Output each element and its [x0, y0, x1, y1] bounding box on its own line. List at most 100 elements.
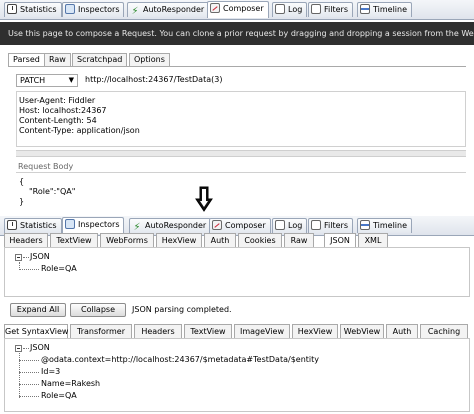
tree-node[interactable]: Role=QA — [41, 391, 77, 400]
header-line: Content-Length: 54 — [19, 116, 97, 125]
tab-cookies[interactable]: Cookies — [238, 233, 282, 247]
tab-label: Statistics — [20, 5, 57, 14]
tab-caching[interactable]: Caching — [420, 324, 468, 338]
url-input[interactable]: http://localhost:24367/TestData(3) — [82, 74, 466, 87]
tree-node[interactable]: Name=Rakesh — [41, 379, 100, 388]
tab-get-syntaxview[interactable]: Get SyntaxView — [4, 324, 68, 338]
tree-node[interactable]: Role=QA — [41, 264, 77, 273]
tab-auth[interactable]: Auth — [204, 233, 236, 247]
tab-raw[interactable]: Raw — [44, 53, 71, 66]
top-tab-bar: Statistics Inspectors ⚡ AutoResponder Com… — [0, 0, 474, 20]
timeline-icon — [360, 220, 370, 230]
tab-webview[interactable]: WebView — [340, 324, 384, 338]
tab-composer[interactable]: Composer — [209, 218, 271, 233]
header-line: Content-Type: application/json — [19, 126, 140, 135]
tab-transformer[interactable]: Transformer — [70, 324, 132, 338]
tab-composer[interactable]: Composer — [207, 1, 269, 18]
tab-timeline[interactable]: Timeline — [357, 2, 413, 17]
tab-label: Timeline — [373, 5, 408, 14]
tab-hexview[interactable]: HexView — [292, 324, 338, 338]
tree-connector — [23, 348, 29, 349]
request-headers-editor[interactable]: User-Agent: Fiddler Host: localhost:2436… — [16, 91, 466, 147]
status-text: JSON parsing completed. — [132, 305, 232, 314]
tree-root[interactable]: JSON — [30, 252, 50, 261]
collapse-node-icon[interactable] — [15, 345, 22, 352]
tab-scratchpad[interactable]: Scratchpad — [72, 53, 128, 66]
body-line: "Role":"QA" — [29, 187, 76, 196]
inspectors-icon — [65, 219, 75, 229]
tab-label: Log — [288, 5, 303, 14]
tab-label: Composer — [223, 4, 264, 13]
collapse-node-icon[interactable] — [15, 254, 22, 261]
tree-connector — [19, 396, 39, 397]
composer-icon — [210, 3, 220, 13]
tab-timeline[interactable]: Timeline — [357, 218, 413, 233]
tab-label: Filters — [324, 221, 348, 230]
tab-label: Log — [288, 221, 303, 230]
body-line: } — [19, 197, 25, 206]
tree-connector — [19, 360, 39, 361]
tab-label: AutoResponder — [145, 221, 207, 230]
tab-statistics[interactable]: Statistics — [4, 218, 62, 233]
filters-icon — [311, 4, 321, 14]
tab-label: Inspectors — [78, 220, 120, 229]
splitter[interactable] — [16, 150, 466, 157]
composer-subtabs: Parsed Raw Scratchpad Options — [8, 53, 208, 66]
method-value: PATCH — [20, 76, 46, 85]
tab-parsed[interactable]: Parsed — [8, 53, 45, 66]
tab-headers[interactable]: Headers — [134, 324, 182, 338]
response-json-tree: JSON @odata.context=http://localhost:243… — [4, 338, 470, 412]
tab-log[interactable]: Log — [272, 2, 308, 17]
tab-textview[interactable]: TextView — [50, 233, 98, 247]
tab-statistics[interactable]: Statistics — [4, 2, 62, 17]
tab-label: Filters — [324, 5, 348, 14]
tab-headers[interactable]: Headers — [4, 233, 48, 247]
url-value: http://localhost:24367/TestData(3) — [85, 75, 223, 84]
method-select[interactable]: PATCH ▼ — [16, 74, 78, 87]
tab-inspectors[interactable]: Inspectors — [62, 217, 125, 234]
tab-filters[interactable]: Filters — [308, 2, 353, 17]
request-body-label: Request Body — [18, 162, 74, 171]
tree-node[interactable]: Id=3 — [41, 367, 60, 376]
tab-label: Statistics — [20, 221, 57, 230]
tree-root[interactable]: JSON — [30, 343, 50, 352]
request-json-tree: JSON Role=QA — [4, 247, 470, 297]
arrow-down-icon — [195, 186, 213, 212]
tab-label: Timeline — [373, 221, 408, 230]
tree-node[interactable]: @odata.context=http://localhost:24367/$m… — [41, 355, 319, 364]
autoresponder-icon: ⚡ — [133, 222, 141, 233]
tab-imageview[interactable]: ImageView — [234, 324, 290, 338]
request-body-editor[interactable]: { "Role":"QA" } — [16, 172, 466, 210]
composer-icon — [212, 220, 222, 230]
tree-connector — [19, 384, 39, 385]
tab-inspectors[interactable]: Inspectors — [62, 2, 125, 17]
tab-json[interactable]: JSON — [324, 233, 356, 247]
tree-connector — [23, 257, 29, 258]
tab-label: AutoResponder — [143, 5, 205, 14]
timeline-icon — [360, 4, 370, 14]
tree-connector — [19, 372, 39, 373]
log-icon — [275, 220, 285, 230]
log-icon — [275, 4, 285, 14]
tab-raw[interactable]: Raw — [284, 233, 314, 247]
expand-all-button[interactable]: Expand All — [10, 303, 66, 317]
tab-filters[interactable]: Filters — [308, 218, 353, 233]
header-line: Host: localhost:24367 — [19, 106, 107, 115]
tab-auth[interactable]: Auth — [386, 324, 418, 338]
body-line: { — [19, 177, 25, 186]
tab-autoresponder[interactable]: ⚡ AutoResponder — [129, 218, 212, 233]
statistics-icon — [7, 220, 17, 230]
tree-connector — [19, 269, 39, 270]
tab-xml[interactable]: XML — [358, 233, 388, 247]
tab-autoresponder[interactable]: ⚡ AutoResponder — [127, 2, 210, 17]
collapse-button[interactable]: Collapse — [70, 303, 126, 317]
chevron-down-icon: ▼ — [68, 76, 74, 84]
tab-label: Inspectors — [78, 5, 120, 14]
header-line: User-Agent: Fiddler — [19, 96, 96, 105]
tab-textview[interactable]: TextView — [184, 324, 232, 338]
tab-options[interactable]: Options — [129, 53, 170, 66]
tab-hexview[interactable]: HexView — [156, 233, 202, 247]
tab-log[interactable]: Log — [272, 218, 308, 233]
response-inspector-tabs: Get SyntaxView Transformer Headers TextV… — [4, 324, 470, 338]
tab-webforms[interactable]: WebForms — [100, 233, 154, 247]
